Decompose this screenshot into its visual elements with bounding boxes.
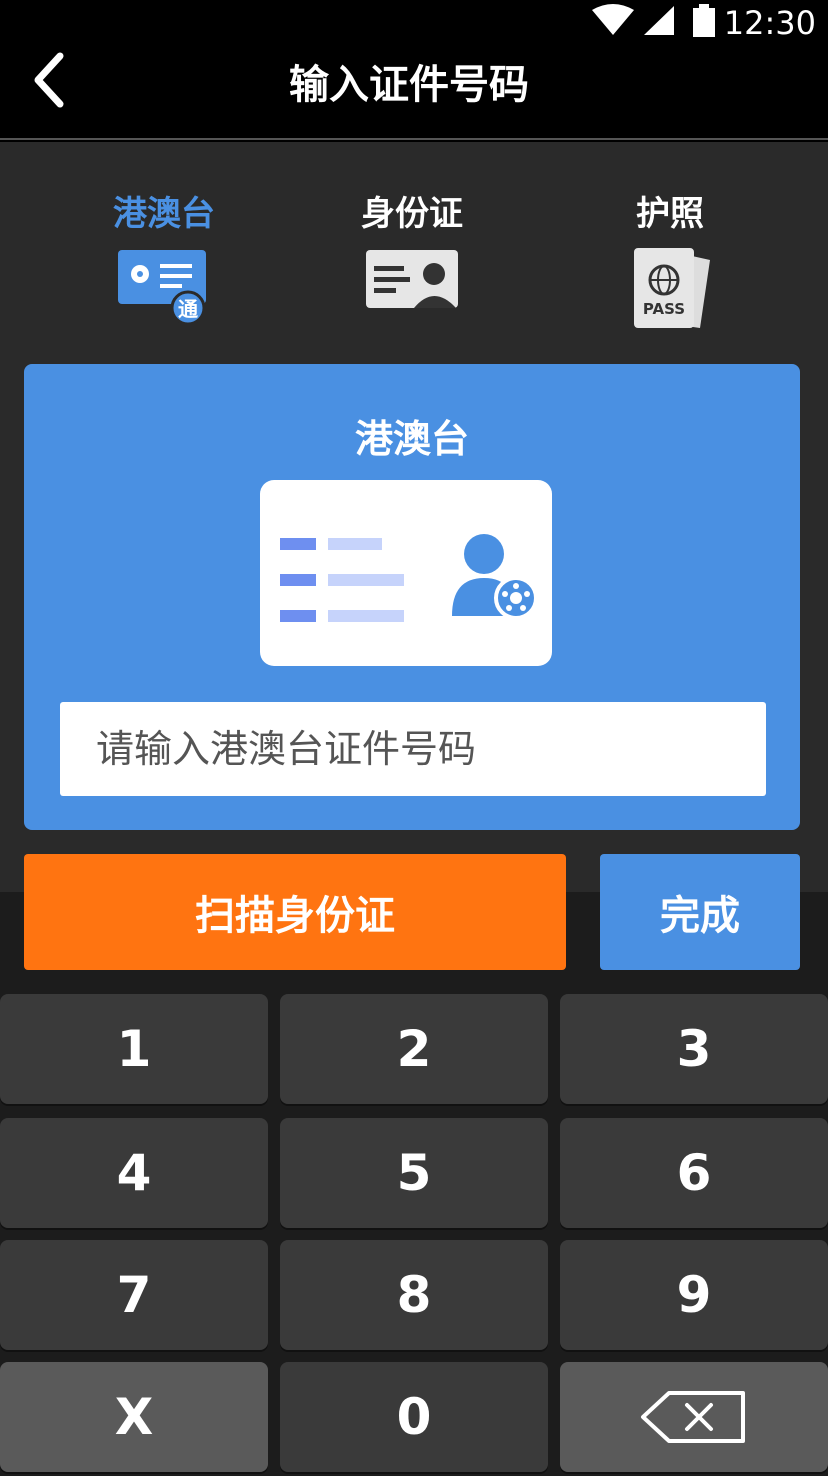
signal-icon <box>644 6 674 35</box>
passport-icon: PASS <box>634 248 710 328</box>
status-bar: 12:30 <box>0 0 828 44</box>
done-button[interactable]: 完成 <box>600 854 800 970</box>
clock: 12:30 <box>723 4 816 42</box>
key-8[interactable]: 8 <box>280 1240 548 1350</box>
battery-icon <box>693 4 715 37</box>
tab-label: 护照 <box>636 194 704 234</box>
tab-label: 港澳台 <box>113 194 215 234</box>
key-1[interactable]: 1 <box>0 994 268 1104</box>
key-3[interactable]: 3 <box>560 994 828 1104</box>
passport-label: PASS <box>643 300 685 318</box>
tab-id-card[interactable]: 身份证 <box>312 186 512 330</box>
key-7[interactable]: 7 <box>0 1240 268 1350</box>
tab-label: 身份证 <box>361 194 463 234</box>
key-5[interactable]: 5 <box>280 1118 548 1228</box>
tong-badge: 通 <box>178 297 198 321</box>
backspace-icon <box>641 1391 745 1443</box>
card-title: 港澳台 <box>354 417 469 461</box>
key-x[interactable]: X <box>0 1362 268 1472</box>
id-card-illustration <box>260 480 552 666</box>
key-9[interactable]: 9 <box>560 1240 828 1350</box>
hk-permit-card-icon: 通 <box>118 250 206 326</box>
numeric-keypad: 扫描身份证 完成 1 2 3 4 5 6 7 8 9 X 0 <box>0 854 828 1476</box>
page-title: 输入证件号码 <box>289 62 529 108</box>
key-4[interactable]: 4 <box>0 1118 268 1228</box>
id-card-icon <box>366 250 458 308</box>
id-number-input[interactable] <box>60 702 766 796</box>
content-area: 港澳台 通 身份证 护照 PASS 港澳台 请输入港澳台证件号码 <box>0 142 828 892</box>
key-2[interactable]: 2 <box>280 994 548 1104</box>
key-0[interactable]: 0 <box>280 1362 548 1472</box>
backspace-key[interactable] <box>560 1362 828 1472</box>
scan-id-button[interactable]: 扫描身份证 <box>24 854 566 970</box>
wifi-icon <box>592 4 634 35</box>
id-entry-card: 港澳台 <box>24 364 800 830</box>
nav-bar: 输入证件号码 <box>0 44 828 140</box>
hk-id-card-icon <box>280 534 538 622</box>
key-6[interactable]: 6 <box>560 1118 828 1228</box>
tab-hk-macao-taiwan[interactable]: 港澳台 通 <box>64 186 264 330</box>
tab-passport[interactable]: 护照 PASS <box>570 186 770 330</box>
